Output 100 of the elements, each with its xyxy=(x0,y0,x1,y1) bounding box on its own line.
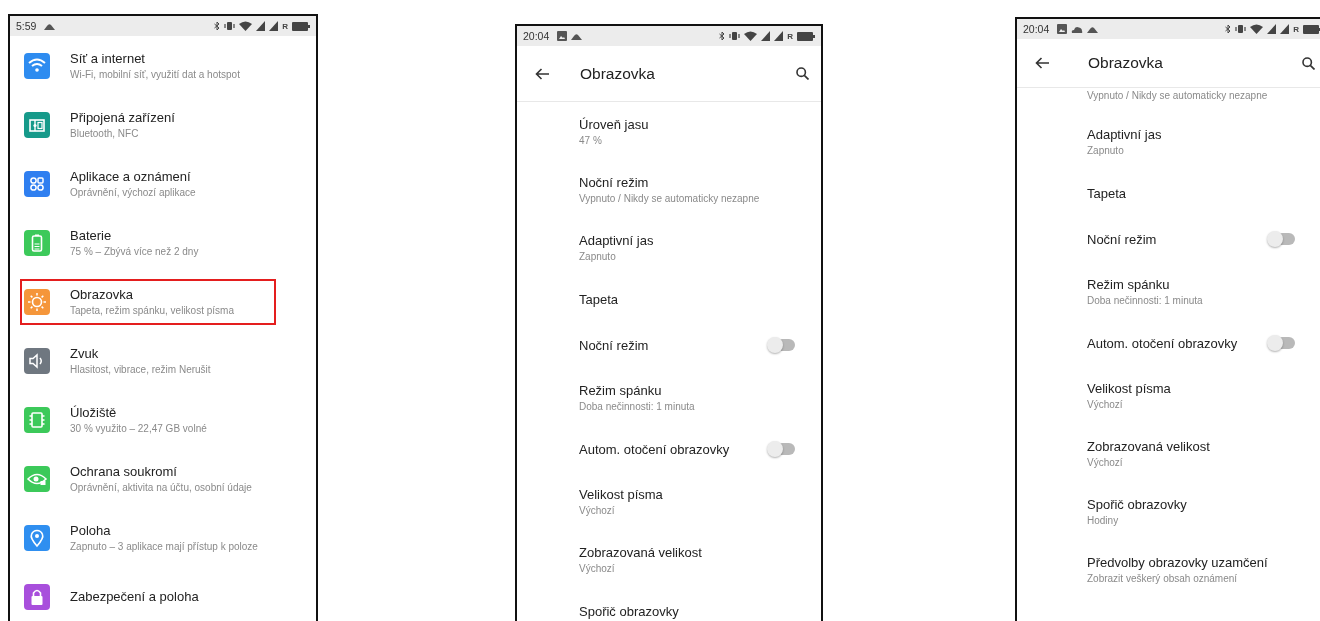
battery-icon xyxy=(292,21,310,31)
settings-item[interactable]: Připojená zařízení Bluetooth, NFC xyxy=(20,101,276,148)
settings-item[interactable]: Zabezpečení a poloha xyxy=(20,573,276,620)
wifi-icon xyxy=(239,21,253,31)
settings-item[interactable]: Spořič obrazovky xyxy=(517,588,821,621)
item-subtitle: 75 % – Zbývá více než 2 dny xyxy=(70,246,199,257)
settings-item[interactable]: Tapeta xyxy=(1017,170,1320,216)
item-title: Zobrazovaná velikost xyxy=(579,544,703,560)
item-title: Režim spánku xyxy=(579,382,663,398)
item-subtitle: Doba nečinnosti: 1 minuta xyxy=(579,400,696,412)
vibrate-icon xyxy=(224,21,236,31)
item-subtitle: 47 % xyxy=(579,134,603,146)
settings-item[interactable]: Velikost písma Výchozí xyxy=(1017,366,1320,424)
item-title: Tapeta xyxy=(1087,185,1128,201)
settings-item[interactable]: Noční režim xyxy=(517,322,821,368)
image-icon xyxy=(557,31,568,41)
settings-item[interactable]: Noční režim xyxy=(1017,216,1320,262)
bluetooth-icon xyxy=(1225,24,1232,34)
item-title: Autom. otočení obrazovky xyxy=(1087,335,1239,351)
settings-item[interactable]: Úroveň jasu 47 % xyxy=(517,102,821,160)
settings-item[interactable]: Síť a internet Wi-Fi, mobilní síť, využití dat a hotspot xyxy=(20,42,276,89)
search-icon[interactable] xyxy=(796,67,809,80)
item-title: Adaptivní jas xyxy=(579,232,655,248)
settings-item[interactable]: Adaptivní jas Zapnuto xyxy=(517,218,821,276)
item-subtitle: Výchozí xyxy=(1087,456,1124,468)
settings-item[interactable]: Poloha Zapnuto – 3 aplikace mají přístup k poloze xyxy=(20,514,276,561)
item-title: Úroveň jasu xyxy=(579,116,650,132)
back-arrow-icon[interactable] xyxy=(535,67,549,80)
settings-item[interactable]: Velikost písma Výchozí xyxy=(517,472,821,530)
bluetooth-icon xyxy=(214,21,221,31)
item-title: Noční režim xyxy=(579,337,650,353)
battery-icon xyxy=(1303,24,1320,34)
settings-item[interactable]: Baterie 75 % – Zbývá více než 2 dny xyxy=(20,219,276,266)
toggle-switch[interactable] xyxy=(1269,233,1295,245)
settings-item[interactable]: Spořič obrazovky Hodiny xyxy=(1017,482,1320,540)
battery-icon xyxy=(797,31,815,41)
wifi-icon xyxy=(1250,24,1264,34)
item-title: Noční režim xyxy=(579,174,650,190)
item-title: Poloha xyxy=(70,523,112,538)
item-subtitle: Vypnuto / Nikdy se automaticky nezapne xyxy=(1087,90,1268,101)
settings-item[interactable]: Zvuk Hlasitost, vibrace, režim Nerušit xyxy=(20,337,276,384)
status-time: 5:59 xyxy=(16,20,37,32)
item-title: Spořič obrazovky xyxy=(1087,496,1188,512)
screen-title: Obrazovka xyxy=(580,64,656,83)
settings-item[interactable]: Režim spánku Doba nečinnosti: 1 minuta xyxy=(517,368,821,426)
item-subtitle: Hodiny xyxy=(1087,514,1120,526)
item-title: Tapeta xyxy=(579,291,620,307)
status-time: 20:04 xyxy=(1023,23,1050,35)
item-title: Noční režim xyxy=(1087,231,1158,247)
back-arrow-icon[interactable] xyxy=(1035,57,1049,69)
settings-item[interactable]: Zobrazovaná velikost Výchozí xyxy=(517,530,821,588)
item-title: Zabezpečení a poloha xyxy=(70,589,199,604)
item-title: Připojená zařízení xyxy=(70,110,175,125)
settings-item[interactable]: Autom. otočení obrazovky xyxy=(1017,320,1320,366)
item-subtitle: Zapnuto xyxy=(1087,144,1125,156)
item-title: Zvuk xyxy=(70,346,100,361)
item-subtitle: Hlasitost, vibrace, režim Nerušit xyxy=(70,364,211,375)
item-title: Autom. otočení obrazovky xyxy=(579,441,731,457)
item-title: Adaptivní jas xyxy=(1087,126,1163,142)
toggle-switch[interactable] xyxy=(1269,337,1295,349)
settings-item[interactable]: Zobrazovaná velikost Výchozí xyxy=(1017,424,1320,482)
item-subtitle: Wi-Fi, mobilní síť, využití dat a hotspot xyxy=(70,69,240,80)
item-title: Úložiště xyxy=(70,405,118,420)
item-title: Režim spánku xyxy=(1087,276,1171,292)
toggle-switch[interactable] xyxy=(769,339,795,351)
settings-item[interactable]: Noční režim Vypnuto / Nikdy se automaticky nezapne xyxy=(517,160,821,218)
vibrate-icon xyxy=(729,31,741,41)
settings-item[interactable]: Ochrana soukromí Oprávnění, aktivita na účtu, osobní údaje xyxy=(20,455,276,502)
settings-item[interactable]: Aplikace a oznámení Oprávnění, výchozí aplikace xyxy=(20,160,276,207)
item-title: Velikost písma xyxy=(1087,380,1172,396)
item-title: Zobrazovaná velikost xyxy=(1087,438,1211,454)
vibrate-icon xyxy=(1235,24,1247,34)
roaming-indicator: R xyxy=(282,21,288,31)
screen-title: Obrazovka xyxy=(1088,54,1164,72)
item-subtitle: Výchozí xyxy=(579,562,616,574)
settings-item[interactable]: Úložiště 30 % využito – 22,47 GB volné xyxy=(20,396,276,443)
item-subtitle: Tapeta, režim spánku, velikost písma xyxy=(70,305,234,316)
item-subtitle: Zapnuto – 3 aplikace mají přístup k poloze xyxy=(70,541,258,552)
item-title: Obrazovka xyxy=(70,287,134,302)
settings-item[interactable]: Autom. otočení obrazovky xyxy=(517,426,821,472)
item-title: Ochrana soukromí xyxy=(70,464,178,479)
item-subtitle: 30 % využito – 22,47 GB volné xyxy=(70,423,207,434)
wifi-icon xyxy=(744,31,758,41)
item-title: Síť a internet xyxy=(70,51,146,66)
item-subtitle: Zobrazit veškerý obsah oznámení xyxy=(1087,572,1239,584)
item-title: Baterie xyxy=(70,228,113,243)
image-icon xyxy=(1057,24,1068,34)
item-subtitle: Zapnuto xyxy=(579,250,617,262)
settings-item[interactable]: Adaptivní jas Zapnuto xyxy=(1017,112,1320,170)
search-icon[interactable] xyxy=(1302,56,1315,70)
item-subtitle: Výchozí xyxy=(1087,398,1124,410)
item-subtitle: Bluetooth, NFC xyxy=(70,128,140,139)
settings-item[interactable]: Předvolby obrazovky uzamčení Zobrazit veškerý obsah oznámení xyxy=(1017,540,1320,598)
settings-item[interactable]: Tapeta xyxy=(517,276,821,322)
settings-item[interactable]: Obrazovka Tapeta, režim spánku, velikost písma xyxy=(20,278,276,325)
item-subtitle: Výchozí xyxy=(579,504,616,516)
toggle-switch[interactable] xyxy=(769,443,795,455)
item-title: Předvolby obrazovky uzamčení xyxy=(1087,554,1269,570)
settings-item[interactable]: Režim spánku Doba nečinnosti: 1 minuta xyxy=(1017,262,1320,320)
status-time: 20:04 xyxy=(523,30,550,42)
